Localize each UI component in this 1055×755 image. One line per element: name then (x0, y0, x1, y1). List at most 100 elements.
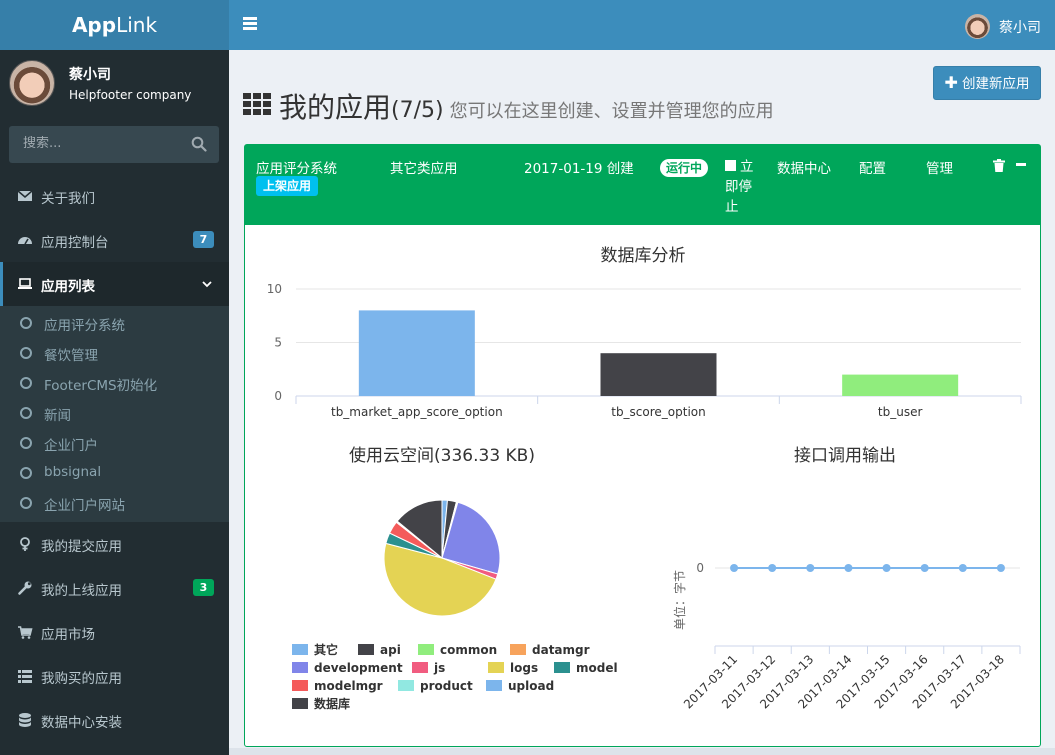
sidebar-menu: 关于我们 应用控制台 7 应用列表 应用评分系统 餐饮管理 FooterCMS初… (0, 174, 229, 742)
database-icon (19, 713, 31, 727)
submenu-item[interactable]: 餐饮管理 (0, 338, 229, 368)
legend-label: model (576, 661, 618, 675)
y-tick-label: 10 (267, 282, 282, 296)
x-tick-label: tb_score_option (611, 405, 706, 419)
search-input[interactable] (23, 136, 183, 151)
sidebar-item-about[interactable]: 关于我们 (0, 174, 229, 218)
submenu-item[interactable]: FooterCMS初始化 (0, 368, 229, 398)
search-icon[interactable] (191, 136, 207, 152)
legend-swatch (554, 662, 570, 673)
legend-label: api (380, 643, 401, 657)
bar (358, 310, 475, 396)
submenu-item-label: 应用评分系统 (44, 318, 125, 334)
pie-legend: 其它 api common datamgr development js logs model… (292, 642, 618, 711)
pie-slices (383, 499, 501, 617)
circle-icon (20, 347, 32, 359)
data-point (882, 564, 891, 572)
legend-swatch (510, 644, 526, 655)
search-box (9, 126, 219, 163)
circle-icon (20, 437, 32, 449)
legend-label: product (420, 679, 473, 693)
legend-label: logs (510, 661, 538, 675)
page-title-text: 我的应用 (279, 91, 392, 124)
y-tick-label: 0 (274, 389, 282, 403)
sidebar-item-label: 我的上线应用 (41, 583, 122, 599)
x-tick-label: tb_market_app_score_option (331, 405, 503, 419)
count-badge: 7 (193, 231, 214, 248)
bottom-strip (229, 748, 1055, 755)
page-title: 我的应用(7/5) 您可以在这里创建、设置并管理您的应用 (279, 86, 774, 126)
legend-label: development (314, 661, 403, 675)
create-app-label: 创建新应用 (961, 76, 1030, 92)
legend-swatch (412, 662, 428, 673)
bar-series (358, 310, 959, 396)
brand-logo[interactable]: AppLink (0, 0, 229, 50)
dashboard-icon (18, 237, 32, 245)
y-tick-label: 5 (274, 336, 282, 350)
sidebar-item-label: 应用控制台 (41, 235, 109, 251)
sidebar-item-label: 应用市场 (41, 627, 95, 643)
user-name: 蔡小司 (69, 67, 111, 83)
legend-swatch (292, 680, 308, 691)
sidebar-item-label: 关于我们 (41, 191, 95, 207)
submenu-item-label: FooterCMS初始化 (44, 378, 158, 394)
legend-label: 数据库 (314, 696, 350, 711)
data-point (730, 564, 739, 572)
legend-swatch (292, 662, 308, 673)
submenu-item[interactable]: 企业门户网站 (0, 488, 229, 518)
brand-bold: App (71, 13, 117, 37)
y-axis-label: 单位：字节 (672, 570, 687, 630)
legend-swatch (488, 662, 504, 673)
chart-title: 使用云空间(336.33 KB) (349, 445, 535, 466)
sidebar-item-online[interactable]: 我的上线应用 3 (0, 566, 229, 610)
sidebar-item-label: 我的提交应用 (41, 539, 122, 555)
submenu-item[interactable]: bbsignal (0, 458, 229, 488)
top-header: 蔡小司 (229, 0, 1055, 50)
submenu-item-label: 企业门户 (44, 438, 98, 454)
laptop-icon (18, 278, 32, 289)
legend-swatch (292, 698, 308, 709)
sidebar: AppLink 蔡小司 Helpfooter company 关于我们 应用控制… (0, 0, 229, 755)
circle-icon (20, 497, 32, 509)
sidebar-item-console[interactable]: 应用控制台 7 (0, 218, 229, 262)
sidebar-item-app-list[interactable]: 应用列表 (0, 262, 229, 306)
brand-light: Link (116, 13, 158, 37)
header-avatar[interactable] (965, 14, 990, 39)
legend-label: upload (508, 679, 554, 693)
submenu-item[interactable]: 企业门户 (0, 428, 229, 458)
x-tick-label: tb_user (878, 405, 923, 419)
submenu-item-label: 餐饮管理 (44, 348, 98, 364)
sidebar-item-submitted[interactable]: 我的提交应用 (0, 522, 229, 566)
menu-toggle-icon[interactable] (243, 17, 257, 33)
sidebar-item-label: 应用列表 (41, 279, 95, 295)
sidebar-item-datacenter[interactable]: 数据中心安装 (0, 698, 229, 742)
user-company: Helpfooter company (69, 88, 192, 102)
venus-icon (20, 537, 30, 551)
sidebar-item-label: 我购买的应用 (41, 671, 122, 687)
submenu-item[interactable]: 应用评分系统 (0, 308, 229, 338)
create-app-button[interactable]: ✚ 创建新应用 (933, 66, 1041, 100)
data-point (844, 564, 853, 572)
legend-swatch (418, 644, 434, 655)
header-user-name[interactable]: 蔡小司 (999, 17, 1041, 37)
grid-icon (243, 93, 271, 115)
chevron-down-icon[interactable] (201, 278, 213, 290)
line-axes: 02017-03-112017-03-122017-03-132017-03-1… (681, 561, 1021, 711)
sidebar-item-purchased[interactable]: 我购买的应用 (0, 654, 229, 698)
legend-label: js (433, 661, 445, 675)
legend-label: modelmgr (314, 679, 383, 693)
submenu-item[interactable]: 新闻 (0, 398, 229, 428)
charts-area: 数据库分析 0510 tb_market_app_score_option tb_… (267, 246, 1022, 711)
page-subtitle: 您可以在这里创建、设置并管理您的应用 (449, 101, 774, 122)
chart-title: 接口调用输出 (794, 446, 896, 466)
cart-icon (18, 626, 33, 639)
sidebar-item-market[interactable]: 应用市场 (0, 610, 229, 654)
legend-label: datamgr (532, 643, 590, 657)
y-tick-label: 0 (696, 561, 704, 575)
circle-icon (20, 377, 32, 389)
data-point (768, 564, 777, 572)
line-chart: 接口调用输出 单位：字节 02017-03-112017-03-122017-0… (672, 446, 1021, 711)
circle-icon (20, 467, 32, 479)
legend-swatch (358, 644, 374, 655)
envelope-icon (17, 190, 33, 201)
